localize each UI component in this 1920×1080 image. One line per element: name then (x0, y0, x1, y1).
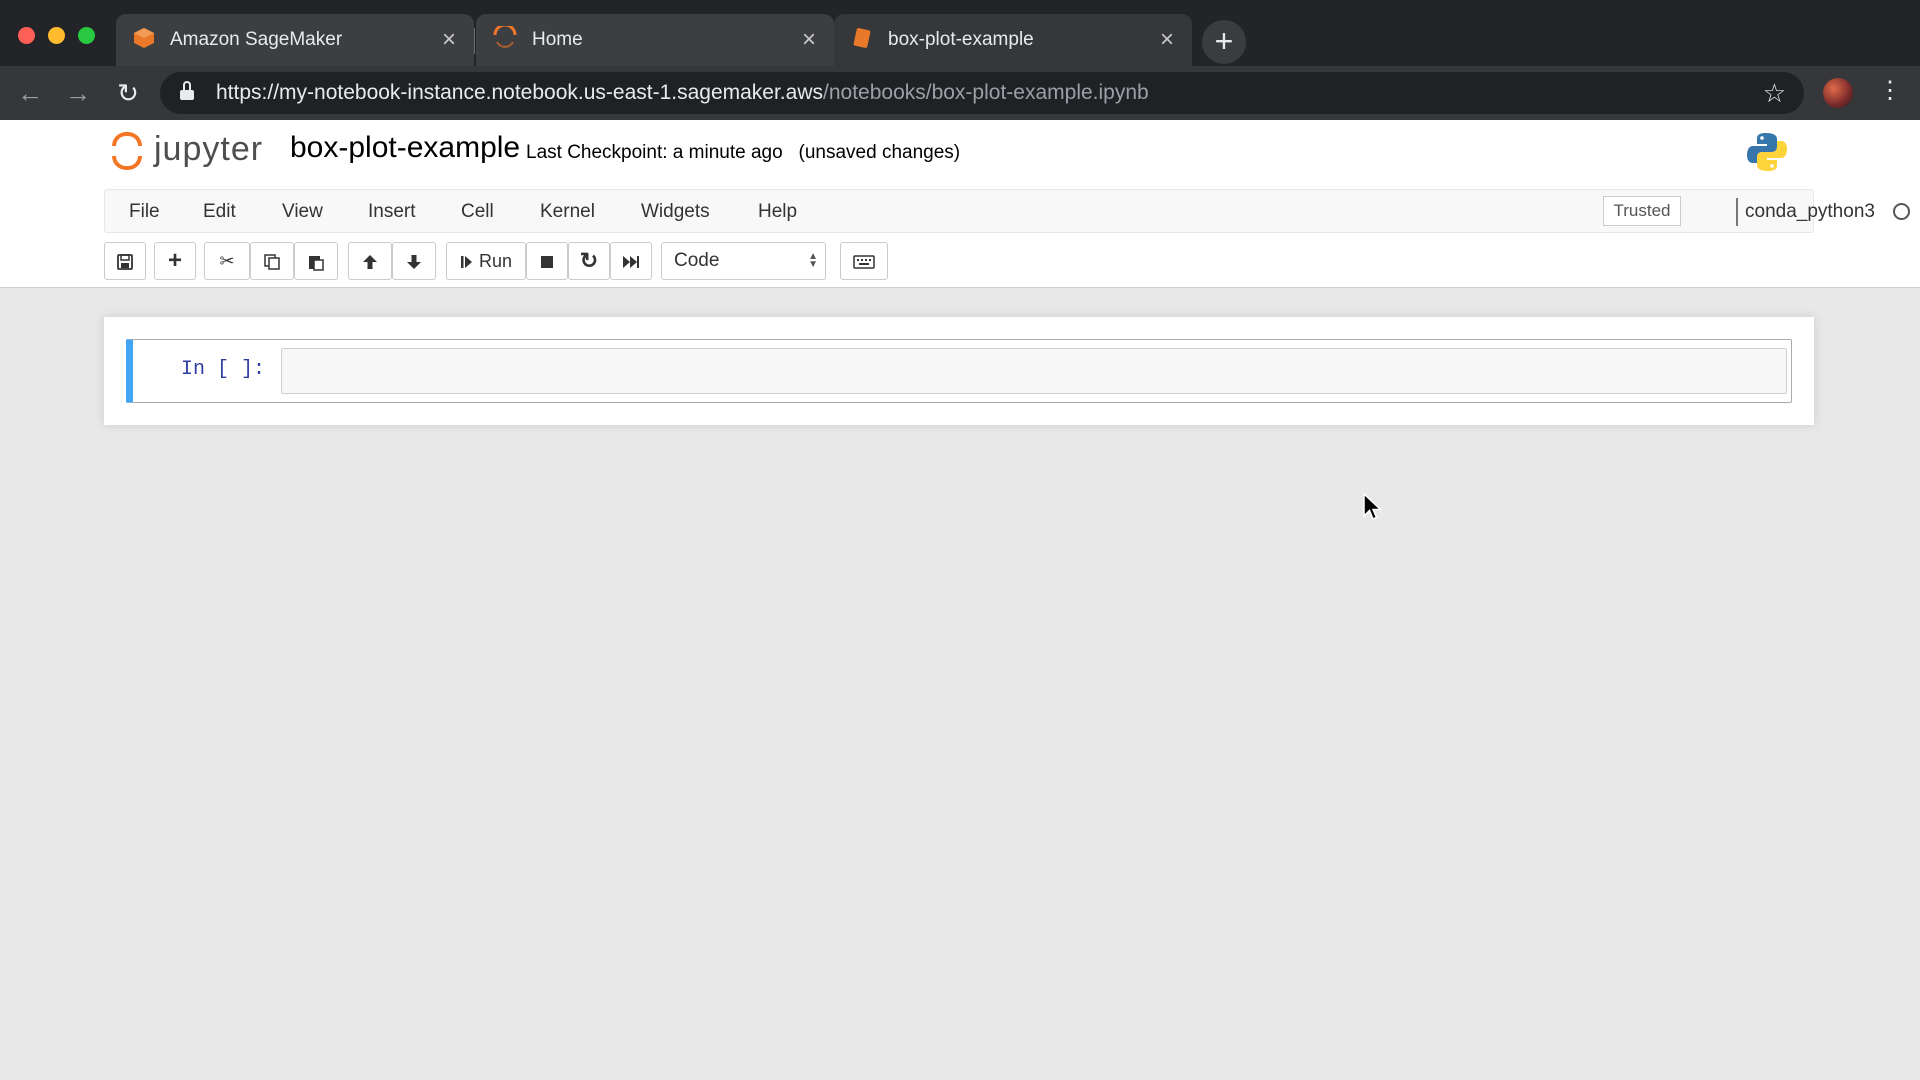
menu-bar: File Edit View Insert Cell Kernel Widget… (104, 189, 1910, 233)
profile-avatar[interactable] (1823, 78, 1853, 108)
kernel-separator (1736, 198, 1738, 226)
run-button[interactable]: Run (446, 242, 526, 280)
interrupt-button[interactable] (526, 242, 568, 280)
notebook-name[interactable]: box-plot-example (290, 131, 520, 165)
command-palette-button[interactable] (840, 242, 888, 280)
close-icon[interactable]: × (794, 28, 824, 52)
tab-separator (474, 28, 475, 54)
minimize-window-button[interactable] (48, 27, 65, 44)
cell-input-editor[interactable] (281, 348, 1787, 394)
save-button[interactable] (104, 242, 146, 280)
menu-insert[interactable]: Insert (368, 201, 416, 223)
close-window-button[interactable] (18, 27, 35, 44)
tab-title: box-plot-example (888, 29, 1034, 50)
python-logo-icon (1745, 130, 1789, 174)
mouse-cursor-icon (1362, 492, 1384, 522)
paste-button[interactable] (294, 242, 338, 280)
close-icon[interactable]: × (1152, 28, 1182, 52)
restart-run-all-button[interactable] (610, 242, 652, 280)
bookmark-star-icon[interactable]: ☆ (1763, 78, 1786, 109)
sagemaker-icon (132, 26, 156, 55)
jupyter-logo-icon (110, 132, 144, 170)
tab-box-plot-example[interactable]: box-plot-example × (834, 14, 1192, 66)
save-status: (unsaved changes) (798, 142, 961, 163)
restart-icon: ↻ (579, 248, 599, 273)
cell-type-select[interactable]: Code ▲ ▼ (661, 242, 826, 280)
address-bar[interactable]: https://my-notebook-instance.notebook.us… (160, 72, 1804, 114)
kernel-idle-icon (1893, 203, 1910, 220)
cell-type-value: Code (674, 250, 720, 271)
code-cell[interactable]: In [ ]: (126, 339, 1792, 403)
menu-kernel[interactable]: Kernel (540, 201, 595, 223)
maximize-window-button[interactable] (78, 27, 95, 44)
fast-forward-icon (622, 251, 640, 271)
more-options-icon[interactable]: ⋮ (1878, 76, 1902, 105)
move-down-button[interactable] (392, 242, 436, 280)
back-arrow-icon[interactable]: ← (14, 78, 46, 110)
stop-icon (539, 251, 555, 271)
kernel-name[interactable]: conda_python3 (1745, 201, 1875, 223)
close-icon[interactable]: × (434, 28, 464, 52)
arrow-down-icon (405, 251, 423, 271)
lock-icon (180, 81, 194, 100)
tab-title: Home (532, 29, 583, 50)
jupyter-loading-icon (492, 23, 518, 55)
browser-tab-bar: Amazon SageMaker × Home × box-plot-examp… (0, 0, 1920, 66)
save-icon (116, 251, 134, 271)
select-arrows-icon: ▲ ▼ (808, 251, 818, 270)
insert-cell-button[interactable]: + (154, 242, 196, 280)
step-forward-icon (460, 251, 474, 271)
scissors-icon: ✂ (219, 251, 235, 271)
tab-amazon-sagemaker[interactable]: Amazon SageMaker × (116, 14, 474, 66)
checkpoint-status: Last Checkpoint: a minute ago (unsaved c… (526, 142, 961, 163)
browser-toolbar: ← → ↻ https://my-notebook-instance.noteb… (0, 66, 1920, 120)
tab-home[interactable]: Home × (476, 14, 834, 66)
menu-view[interactable]: View (282, 201, 323, 223)
copy-button[interactable] (250, 242, 294, 280)
url-text: https://my-notebook-instance.notebook.us… (216, 81, 1149, 104)
reload-icon[interactable]: ↻ (112, 78, 144, 110)
keyboard-icon (853, 251, 875, 271)
restart-kernel-button[interactable]: ↻ (568, 242, 610, 280)
trusted-indicator[interactable]: Trusted (1603, 196, 1681, 226)
run-label: Run (478, 251, 513, 271)
copy-icon (263, 251, 281, 271)
jupyter-logo-text: jupyter (154, 130, 264, 168)
menu-cell[interactable]: Cell (461, 201, 494, 223)
notebook-container: In [ ]: (104, 317, 1814, 425)
menu-edit[interactable]: Edit (203, 201, 236, 223)
input-prompt: In [ ]: (181, 358, 266, 381)
tab-title: Amazon SageMaker (170, 29, 343, 50)
forward-arrow-icon[interactable]: → (62, 78, 94, 110)
notebook-icon (850, 26, 874, 55)
menu-widgets[interactable]: Widgets (641, 201, 710, 223)
menu-help[interactable]: Help (758, 201, 797, 223)
paste-icon (307, 251, 325, 271)
plus-icon: + (167, 247, 182, 274)
menu-file[interactable]: File (129, 201, 160, 223)
arrow-up-icon (361, 251, 379, 271)
new-tab-button[interactable]: + (1202, 20, 1246, 64)
jupyter-logo[interactable]: jupyter (110, 130, 272, 174)
cut-button[interactable]: ✂ (204, 242, 250, 280)
move-up-button[interactable] (348, 242, 392, 280)
